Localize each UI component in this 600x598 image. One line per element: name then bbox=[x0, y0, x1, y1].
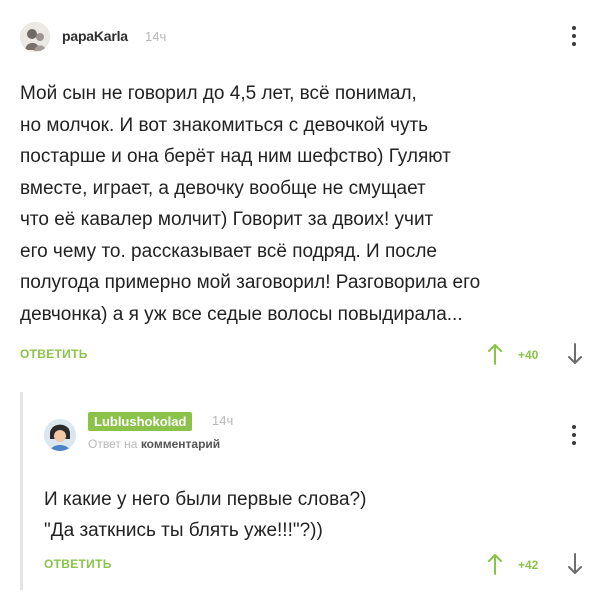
kebab-menu-icon[interactable] bbox=[571, 26, 577, 46]
comment-text: И какие у него были первые слова?) "Да з… bbox=[44, 484, 544, 546]
comment-line: что её кавалер молчит) Говорит за двоих!… bbox=[20, 209, 434, 230]
avatar[interactable] bbox=[20, 22, 50, 52]
comment-line: его чему то. рассказывает всё подряд. И … bbox=[20, 240, 437, 262]
vote-controls: +40 bbox=[488, 340, 588, 370]
reply-to-prefix: Ответ на bbox=[88, 437, 138, 451]
reply-button[interactable]: ОТВЕТИТЬ bbox=[44, 557, 112, 571]
comment-line: Мой сын не говорил до 4,5 лет, всё поним… bbox=[20, 83, 417, 104]
comment-line: девчонка) а я уж все седые волосы повыди… bbox=[20, 303, 463, 325]
comment-line: вместе, играет, а девочку вообще не смущ… bbox=[20, 177, 426, 199]
reply-to-link[interactable]: комментарий bbox=[141, 437, 220, 451]
comment-line: полугода примерно мой заговорил! Разгово… bbox=[20, 272, 481, 293]
timestamp: 14ч bbox=[212, 413, 234, 428]
main-comment: papaKarla 14ч Мой сын не говорил до 4,5 … bbox=[0, 0, 600, 384]
vote-count: +40 bbox=[518, 348, 539, 362]
vote-count: +42 bbox=[518, 558, 539, 572]
arrow-up-icon[interactable] bbox=[488, 342, 502, 366]
comment-thread: papaKarla 14ч Мой сын не говорил до 4,5 … bbox=[0, 0, 600, 598]
timestamp: 14ч bbox=[145, 29, 167, 44]
vote-controls: +42 bbox=[488, 550, 588, 580]
comment-line: но молчок. И вот знакомиться с девочкой … bbox=[20, 114, 429, 136]
username-badge[interactable]: Lublushokolad bbox=[88, 412, 193, 431]
username[interactable]: papaKarla bbox=[62, 28, 128, 44]
avatar[interactable] bbox=[44, 419, 76, 451]
reply-to-info: Ответ на комментарий bbox=[88, 437, 220, 451]
comment-line: "Да заткнись ты блять уже!!!"?)) bbox=[44, 520, 323, 541]
kebab-menu-icon[interactable] bbox=[571, 425, 577, 445]
arrow-down-icon[interactable] bbox=[568, 552, 582, 576]
arrow-up-icon[interactable] bbox=[488, 552, 502, 576]
reply-comment: Lublushokolad 14ч Ответ на комментарий И… bbox=[20, 392, 595, 592]
comment-line: И какие у него были первые слова?) bbox=[44, 489, 367, 510]
comment-line: постарше и она берёт над ним шефство) Гу… bbox=[20, 146, 451, 167]
arrow-down-icon[interactable] bbox=[568, 342, 582, 366]
reply-button[interactable]: ОТВЕТИТЬ bbox=[20, 347, 88, 361]
comment-text: Мой сын не говорил до 4,5 лет, всё поним… bbox=[20, 78, 585, 330]
thread-line bbox=[20, 392, 23, 590]
